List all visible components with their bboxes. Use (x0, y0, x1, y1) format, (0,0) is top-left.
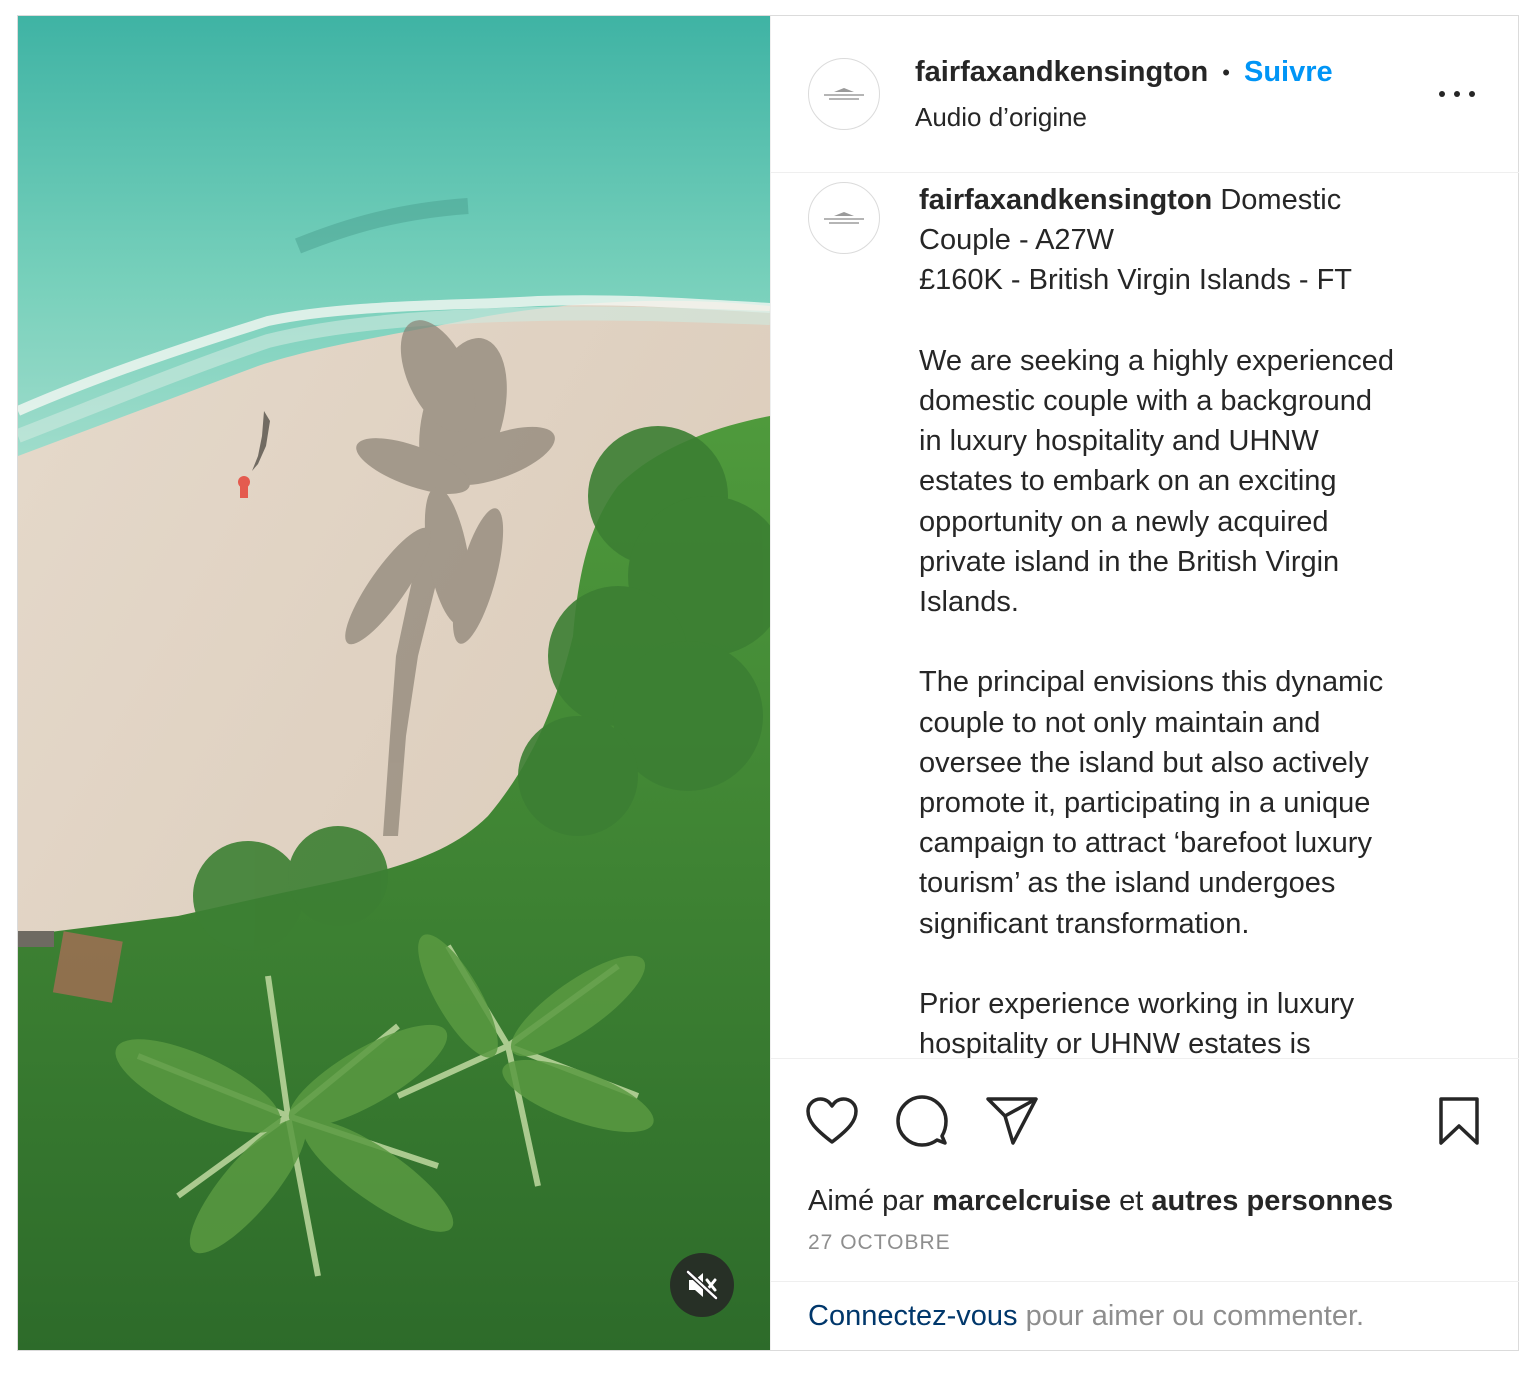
like-button[interactable] (804, 1093, 860, 1149)
likes-others-link[interactable]: autres personnes (1151, 1185, 1393, 1217)
save-button[interactable] (1431, 1093, 1487, 1149)
audio-label[interactable]: Audio d’origine (915, 102, 1087, 133)
caption-text: fairfaxandkensington Domestic Couple - A… (919, 180, 1459, 1058)
login-prompt: Connectez-vous pour aimer ou commenter. (808, 1300, 1364, 1333)
caption-line: £160K - British Virgin Islands - FT (919, 264, 1353, 297)
caption-section: fairfaxandkensington Domestic Couple - A… (771, 174, 1519, 1058)
share-icon (986, 1097, 1038, 1145)
instagram-post: fairfaxandkensington • Suivre Audio d’or… (17, 15, 1519, 1351)
likes-prefix: Aimé par (808, 1185, 925, 1217)
heart-icon (806, 1097, 858, 1144)
more-options-button[interactable] (1435, 76, 1479, 112)
likes-connector: et (1119, 1185, 1144, 1217)
header-name-row: fairfaxandkensington • Suivre (915, 56, 1333, 89)
caption-line: private island in the British Virgin (919, 545, 1340, 578)
login-link[interactable]: Connectez-vous (808, 1300, 1018, 1332)
action-bar: Aimé par marcelcruise et autres personne… (771, 1058, 1519, 1282)
caption-username[interactable]: fairfaxandkensington (919, 184, 1212, 216)
beach-aerial-image (18, 16, 770, 1350)
caption-line: Couple - A27W (919, 224, 1115, 257)
caption-line: hospitality or UHNW estates is (919, 1028, 1311, 1058)
caption-line: in luxury hospitality and UHNW (919, 425, 1319, 458)
likes-summary: Aimé par marcelcruise et autres personne… (808, 1185, 1393, 1218)
author-username[interactable]: fairfaxandkensington (915, 56, 1208, 89)
caption-line: The principal envisions this dynamic (919, 666, 1384, 699)
comment-button[interactable] (894, 1093, 950, 1149)
separator-dot: • (1222, 59, 1230, 85)
bookmark-icon (1439, 1097, 1479, 1145)
avatar[interactable] (808, 58, 880, 130)
caption-line: estates to embark on an exciting (919, 465, 1337, 498)
post-video[interactable] (18, 16, 770, 1350)
caption-line: domestic couple with a background (919, 385, 1372, 417)
post-date[interactable]: 27 OCTOBRE (808, 1231, 951, 1255)
brand-logo (822, 212, 866, 224)
speaker-muted-icon (686, 1270, 718, 1300)
login-prompt-text: pour aimer ou commenter. (1025, 1300, 1365, 1332)
caption-line: We are seeking a highly experienced (919, 344, 1395, 377)
post-side-panel: fairfaxandkensington • Suivre Audio d’or… (770, 16, 1519, 1350)
liker-username[interactable]: marcelcruise (932, 1185, 1111, 1217)
caption-line: opportunity on a newly acquired (919, 505, 1329, 538)
caption-line: tourism’ as the island undergoes (919, 867, 1336, 900)
post-header: fairfaxandkensington • Suivre Audio d’or… (771, 16, 1519, 173)
more-horizontal-icon (1439, 91, 1445, 97)
caption-line: Domestic (1220, 184, 1342, 216)
share-button[interactable] (984, 1093, 1040, 1149)
mute-toggle-button[interactable] (670, 1253, 734, 1317)
caption-line: Islands. (919, 586, 1019, 619)
caption-line: campaign to attract ‘barefoot luxury (919, 827, 1372, 860)
caption-line: significant transformation. (919, 907, 1250, 940)
caption-avatar[interactable] (808, 182, 880, 254)
brand-logo (822, 88, 866, 100)
caption-line: couple to not only maintain and (919, 706, 1321, 739)
caption-line: Prior experience working in luxury (919, 988, 1355, 1021)
caption-line: oversee the island but also actively (919, 746, 1369, 779)
comment-icon (896, 1095, 948, 1147)
follow-button[interactable]: Suivre (1244, 56, 1333, 89)
caption-line: promote it, participating in a unique (919, 787, 1371, 820)
